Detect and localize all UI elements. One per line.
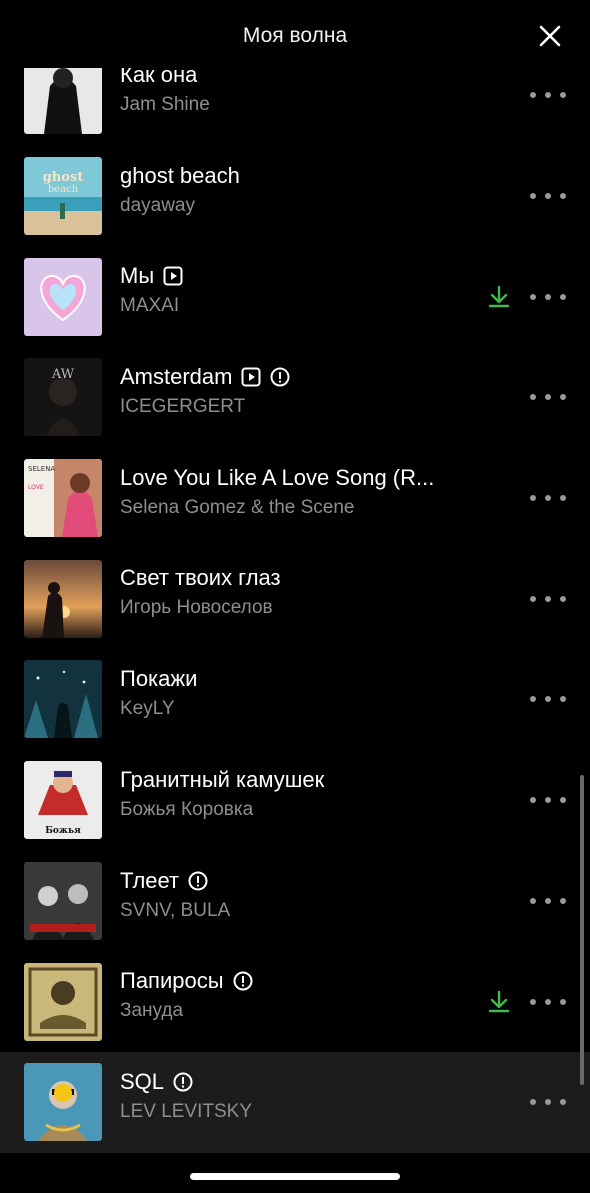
track-artist: Jam Shine — [120, 94, 210, 115]
track-list: Как она Jam Shine ghost beach ghost beach… — [0, 45, 590, 1153]
track-title: Мы — [120, 263, 155, 289]
track-row[interactable]: SELENA LOVE Love You Like A Love Song (R.… — [0, 448, 590, 549]
home-indicator[interactable] — [190, 1173, 400, 1180]
track-title: Покажи — [120, 666, 198, 692]
track-row[interactable]: Покажи KeyLY — [0, 649, 590, 750]
album-cover — [24, 962, 102, 1041]
album-cover — [24, 660, 102, 739]
album-cover — [24, 559, 102, 638]
track-artist: Игорь Новоселов — [120, 597, 273, 619]
album-cover: ghost beach — [24, 157, 102, 236]
track-title: SQL — [120, 1068, 165, 1094]
track-artist: MAXAI — [120, 295, 180, 317]
page-title: Моя волна — [242, 24, 348, 47]
more-options-button[interactable] — [530, 589, 566, 609]
track-row[interactable]: Свет твоих глаз Игорь Новоселов — [0, 548, 590, 649]
album-cover — [24, 56, 102, 135]
track-title: Гранитный камушек — [120, 766, 325, 792]
track-row[interactable]: Мы MAXAI — [0, 246, 590, 347]
track-artist: Божья Коровка — [120, 798, 254, 820]
track-artist: LEV LEVITSKY — [120, 1100, 253, 1122]
album-cover: SELENA LOVE — [24, 459, 102, 538]
album-cover: AW — [24, 358, 102, 437]
explicit-icon — [188, 871, 208, 891]
downloaded-icon — [488, 285, 510, 309]
track-title: Свет твоих глаз — [120, 565, 281, 591]
explicit-icon — [270, 367, 290, 387]
now-playing-indicator-icon — [54, 1084, 72, 1102]
more-options-button[interactable] — [530, 1092, 566, 1112]
more-options-button[interactable] — [530, 689, 566, 709]
track-row[interactable]: Божья Гранитный камушек Божья Коровка — [0, 750, 590, 851]
track-row[interactable]: Папиросы Зануда — [0, 951, 590, 1052]
more-options-button[interactable] — [530, 186, 566, 206]
track-title: Папиросы — [120, 968, 224, 994]
more-options-button[interactable] — [530, 85, 566, 105]
downloaded-icon — [488, 990, 510, 1014]
svg-text:beach: beach — [48, 184, 79, 195]
more-options-button[interactable] — [530, 287, 566, 307]
track-row[interactable]: Тлеет SVNV, BULA — [0, 851, 590, 952]
more-options-button[interactable] — [530, 488, 566, 508]
track-artist: SVNV, BULA — [120, 899, 231, 921]
more-options-button[interactable] — [530, 387, 566, 407]
track-artist: ICEGERGERT — [120, 396, 246, 418]
track-title: Amsterdam — [120, 364, 233, 390]
track-title: Тлеет — [120, 867, 180, 893]
track-title: Love You Like A Love Song (R... — [120, 464, 435, 490]
svg-text:AW: AW — [51, 367, 75, 382]
header: Моя волна — [0, 0, 590, 68]
more-options-button[interactable] — [530, 790, 566, 810]
more-options-button[interactable] — [530, 891, 566, 911]
close-icon — [539, 25, 561, 47]
more-options-button[interactable] — [530, 992, 566, 1012]
svg-text:LOVE: LOVE — [28, 484, 44, 491]
track-artist: Зануда — [120, 1000, 184, 1022]
track-artist: Selena Gomez & the Scene — [120, 496, 355, 518]
album-cover — [24, 257, 102, 336]
svg-text:SELENA: SELENA — [28, 465, 55, 473]
track-row-now-playing[interactable]: SQL LEV LEVITSKY — [0, 1051, 590, 1153]
album-cover — [24, 861, 102, 940]
album-cover: Божья — [24, 761, 102, 840]
scrollbar[interactable] — [580, 775, 584, 1085]
track-title: ghost beach — [120, 162, 240, 188]
close-button[interactable] — [534, 20, 566, 52]
video-clip-icon — [163, 266, 183, 286]
svg-text:Божья: Божья — [45, 826, 81, 836]
explicit-icon — [173, 1072, 193, 1092]
video-clip-icon — [241, 367, 261, 387]
explicit-icon — [233, 971, 253, 991]
track-artist: dayaway — [120, 194, 195, 216]
track-row[interactable]: ghost beach ghost beach dayaway — [0, 146, 590, 247]
track-row[interactable]: AW Amsterdam ICEGERGERT — [0, 347, 590, 448]
track-artist: KeyLY — [120, 698, 175, 720]
album-cover — [24, 1063, 102, 1142]
svg-text:ghost: ghost — [43, 170, 84, 185]
